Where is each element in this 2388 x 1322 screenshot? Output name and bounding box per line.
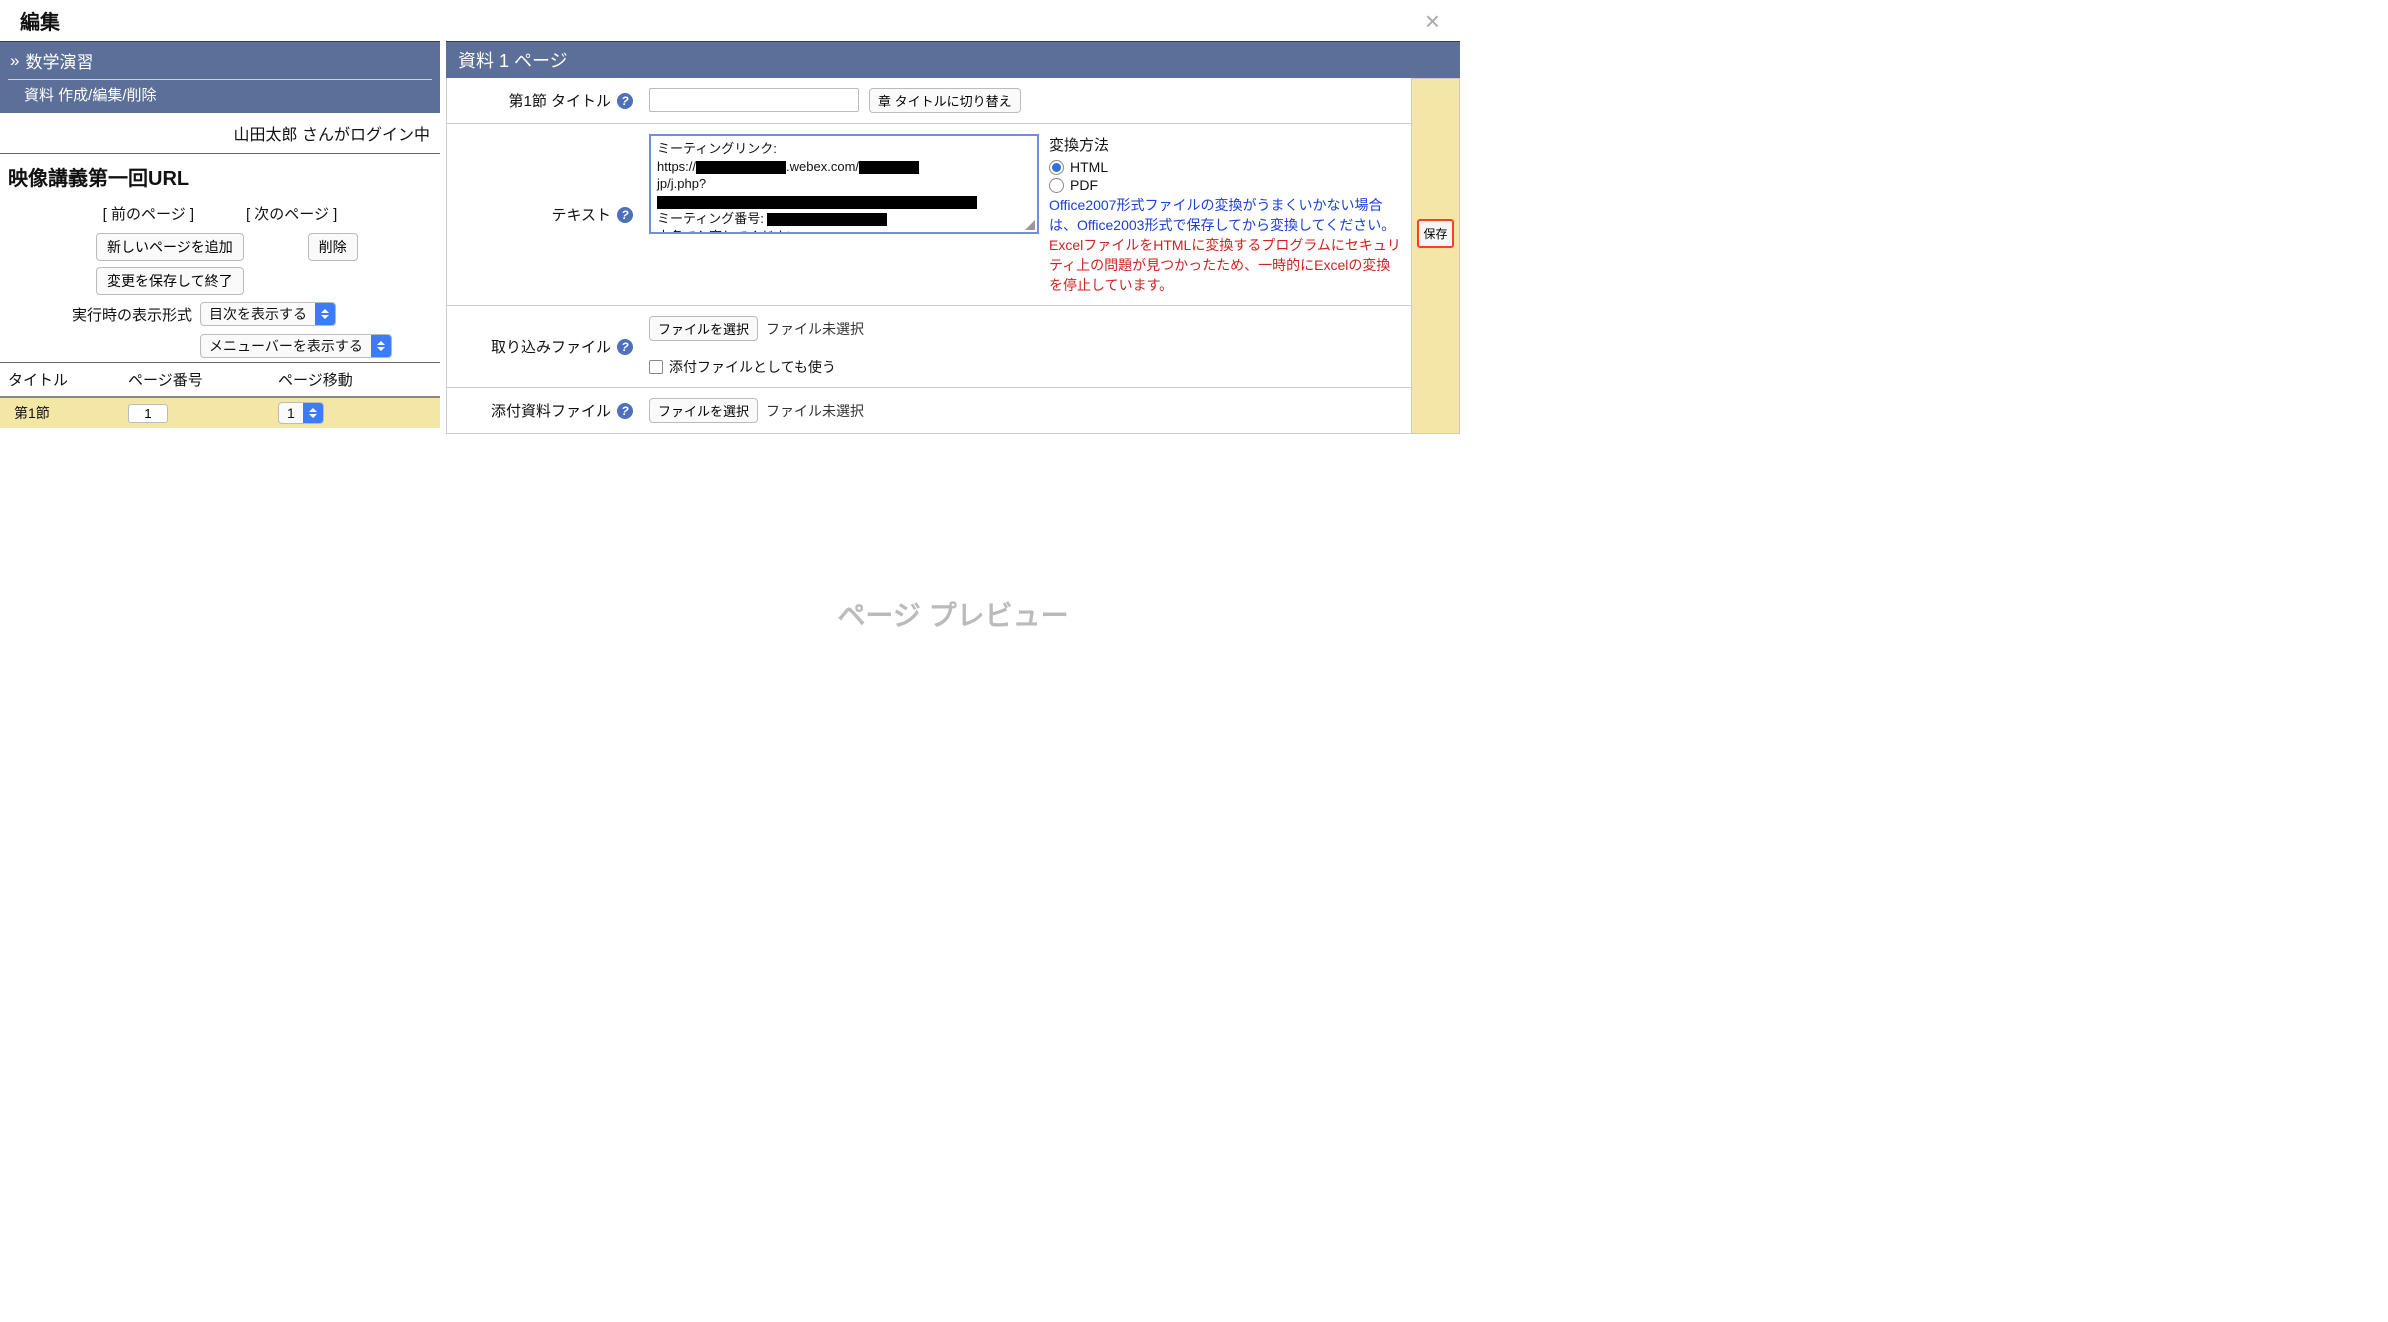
help-icon[interactable]: ?: [617, 93, 633, 109]
radio-html[interactable]: HTML: [1049, 159, 1401, 175]
col-title: タイトル: [4, 369, 124, 390]
radio-pdf[interactable]: PDF: [1049, 177, 1401, 193]
delete-button[interactable]: 削除: [308, 233, 358, 261]
conversion-warning: ExcelファイルをHTMLに変換するプログラムにセキュリティ上の問題が見つかっ…: [1049, 235, 1401, 295]
next-page-link[interactable]: [ 次のページ ]: [246, 206, 337, 223]
conversion-tip: Office2007形式ファイルの変換がうまくいかない場合は、Office200…: [1049, 195, 1401, 235]
chevron-updown-icon: [371, 335, 391, 357]
toc-select[interactable]: 目次を表示する: [200, 302, 336, 326]
menubar-select-value: メニューバーを表示する: [201, 335, 371, 357]
conversion-column: 変換方法 HTML PDF Office2007形式ファイルの変換がうまくいかな…: [1049, 134, 1401, 295]
page-move-select[interactable]: 1: [278, 402, 324, 424]
text-line: jp/j.php?: [657, 175, 1031, 193]
text-textarea[interactable]: ミーティングリンク: https://.webex.com/ jp/j.php?…: [649, 134, 1039, 234]
sidebar: » 数学演習 資料 作成/編集/削除 山田太郎 さんがログイン中 映像講義第一回…: [0, 41, 440, 428]
save-and-exit-button[interactable]: 変更を保存して終了: [96, 267, 244, 295]
display-mode-label: 実行時の表示形式: [0, 304, 200, 325]
document-title: 映像講義第一回URL: [0, 154, 440, 197]
choose-import-file-button[interactable]: ファイルを選択: [649, 316, 758, 341]
radio-pdf-label: PDF: [1070, 177, 1098, 193]
page-move-value: 1: [279, 403, 303, 423]
sidebar-subnav[interactable]: 資料 作成/編集/削除: [0, 80, 440, 113]
close-icon[interactable]: ×: [1417, 8, 1448, 34]
attachment-file-status: ファイル未選択: [766, 401, 864, 421]
help-icon[interactable]: ?: [617, 403, 633, 419]
page-title: 編集: [20, 6, 60, 35]
chevron-updown-icon: [315, 303, 335, 325]
table-row[interactable]: 第1節 1: [0, 398, 440, 428]
editor-form: 第1節 タイトル ? 章 タイトルに切り替え テキスト ?: [446, 78, 1412, 434]
help-icon[interactable]: ?: [617, 339, 633, 355]
text-line: ミーティングリンク:: [657, 140, 1031, 158]
course-link[interactable]: » 数学演習: [0, 42, 440, 79]
row-title: 第1節: [4, 403, 124, 423]
radio-html-label: HTML: [1070, 159, 1108, 175]
help-icon[interactable]: ?: [617, 207, 633, 223]
text-line: [657, 193, 1031, 211]
prev-page-link[interactable]: [ 前のページ ]: [103, 206, 194, 223]
menubar-select[interactable]: メニューバーを表示する: [200, 334, 392, 358]
choose-attachment-file-button[interactable]: ファイルを選択: [649, 398, 758, 423]
resize-handle-icon[interactable]: [1025, 220, 1035, 230]
chapter-title-switch-button[interactable]: 章 タイトルに切り替え: [869, 88, 1021, 113]
checkbox-icon: [649, 360, 663, 374]
chevron-updown-icon: [303, 403, 323, 423]
import-file-label: 取り込みファイル: [491, 336, 611, 357]
add-page-button[interactable]: 新しいページを追加: [96, 233, 244, 261]
conversion-header: 変換方法: [1049, 134, 1401, 155]
toc-select-value: 目次を表示する: [201, 303, 315, 325]
pager-links: [ 前のページ ] [ 次のページ ]: [0, 197, 440, 230]
attachment-file-label: 添付資料ファイル: [491, 400, 611, 421]
text-label: テキスト: [551, 204, 611, 225]
sidebar-header: » 数学演習 資料 作成/編集/削除: [0, 41, 440, 113]
also-attach-label: 添付ファイルとしても使う: [669, 357, 836, 377]
text-line: https://.webex.com/: [657, 158, 1031, 176]
section-title-label: 第1節 タイトル: [508, 90, 611, 111]
radio-icon: [1049, 160, 1064, 175]
page-table-header: タイトル ページ番号 ページ移動: [0, 362, 440, 398]
chevron-right-icon: »: [10, 51, 19, 71]
save-button[interactable]: 保存: [1417, 219, 1453, 248]
section-title-input[interactable]: [649, 88, 859, 112]
import-file-status: ファイル未選択: [766, 319, 864, 339]
save-rail: 保存: [1412, 78, 1460, 434]
login-status: 山田太郎 さんがログイン中: [0, 113, 440, 153]
radio-icon: [1049, 178, 1064, 193]
text-line: 本名で入室してください: [657, 228, 1031, 234]
course-name: 数学演習: [25, 48, 93, 73]
main-header: 資料 1 ページ: [446, 41, 1460, 78]
col-page-number: ページ番号: [124, 369, 274, 390]
also-attach-checkbox-row[interactable]: 添付ファイルとしても使う: [649, 357, 836, 377]
main-panel: 資料 1 ページ 第1節 タイトル ? 章 タイトルに切り替え: [440, 41, 1460, 794]
text-line: ミーティング番号:: [657, 210, 1031, 228]
col-page-move: ページ移動: [274, 369, 436, 390]
page-number-input[interactable]: [128, 404, 168, 423]
page-preview-placeholder: ページ プレビュー: [446, 434, 1460, 794]
